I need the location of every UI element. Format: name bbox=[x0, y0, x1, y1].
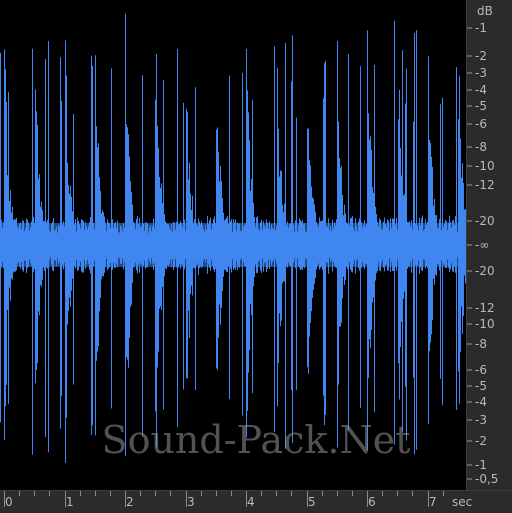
db-label-upper: -12 bbox=[475, 178, 495, 192]
time-label: 1 bbox=[66, 495, 74, 509]
db-label-upper: -6 bbox=[475, 117, 487, 131]
time-scale: 0 1 2 3 4 5 6 7 sec bbox=[4, 491, 472, 509]
db-ruler: dB -1 -2 -3 -4 -5 -6 -8 -10 -12 -20 -∞ -20 -12 -10 -8 -6… bbox=[466, 0, 512, 490]
db-label-lower: -0,5 bbox=[475, 472, 498, 486]
db-label-upper: -3 bbox=[475, 66, 487, 80]
db-label-lower: -10 bbox=[475, 317, 495, 331]
time-ruler[interactable]: 0 1 2 3 4 5 6 7 sec bbox=[0, 490, 512, 512]
db-label-lower: -12 bbox=[475, 301, 495, 315]
db-label-lower: -20 bbox=[475, 264, 495, 278]
db-label-upper: -8 bbox=[475, 140, 487, 154]
time-label: 5 bbox=[308, 495, 316, 509]
time-label: 6 bbox=[368, 495, 376, 509]
db-label-lower: -6 bbox=[475, 363, 487, 377]
db-label-lower: -3 bbox=[475, 413, 487, 427]
db-label-lower: -5 bbox=[475, 379, 487, 393]
db-label-lower: -2 bbox=[475, 434, 487, 448]
db-label-upper: -10 bbox=[475, 159, 495, 173]
time-label: 4 bbox=[247, 495, 255, 509]
db-unit-label: dB bbox=[477, 4, 493, 18]
db-label-center: -∞ bbox=[475, 238, 489, 252]
time-label: 0 bbox=[5, 495, 13, 509]
db-scale: dB -1 -2 -3 -4 -5 -6 -8 -10 -12 -20 -∞ -20 -12 -10 -8 -6… bbox=[467, 4, 498, 486]
audio-editor: dB -1 -2 -3 -4 -5 -6 -8 -10 -12 -20 -∞ -20 -12 -10 -8 -6… bbox=[0, 0, 512, 512]
db-label-upper: -2 bbox=[475, 49, 487, 63]
waveform-channel bbox=[0, 13, 466, 463]
db-label-upper: -5 bbox=[475, 99, 487, 113]
db-label-upper: -20 bbox=[475, 214, 495, 228]
time-unit-label: sec bbox=[452, 495, 472, 509]
time-label: 7 bbox=[429, 495, 437, 509]
waveform-view[interactable] bbox=[0, 0, 466, 490]
waveform-graphic bbox=[0, 13, 466, 463]
time-label: 2 bbox=[126, 495, 134, 509]
db-label-lower: -8 bbox=[475, 337, 487, 351]
time-label: 3 bbox=[187, 495, 195, 509]
db-label-lower: -4 bbox=[475, 395, 487, 409]
db-label-upper: -4 bbox=[475, 83, 487, 97]
db-label-upper: -1 bbox=[475, 21, 487, 35]
db-label-lower: -1 bbox=[475, 458, 487, 472]
